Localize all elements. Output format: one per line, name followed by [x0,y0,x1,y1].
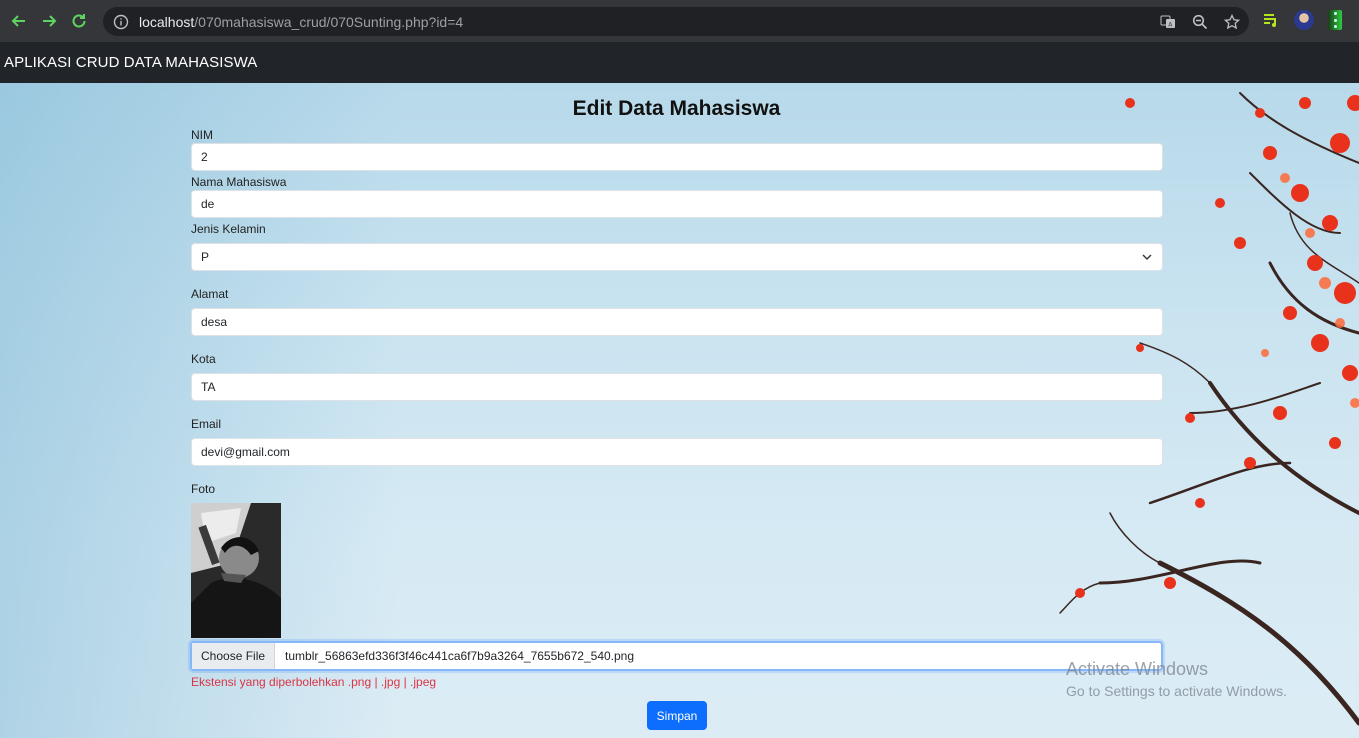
address-bar[interactable]: localhost/070mahasiswa_crud/070Sunting.p… [103,7,1249,36]
zoom-button[interactable] [1189,11,1211,33]
bookmark-button[interactable] [1221,11,1243,33]
file-name: tumblr_56863efd336f3f46c441ca6f7b9a3264_… [285,649,635,663]
arrow-left-icon [11,15,25,27]
page-content: Edit Data Mahasiswa NIM 2 Nama Mahasiswa… [0,83,1359,738]
translate-button[interactable]: A [1157,11,1179,33]
nama-label: Nama Mahasiswa [191,175,287,189]
alamat-label: Alamat [191,287,229,301]
url-text[interactable]: localhost/070mahasiswa_crud/070Sunting.p… [139,14,463,30]
kota-input[interactable]: TA [191,373,1163,401]
jenis-kelamin-select[interactable]: P [191,243,1163,271]
file-extension-hint: Ekstensi yang diperbolehkan .png | .jpg … [191,675,437,689]
back-button[interactable] [6,8,32,34]
simpan-button[interactable]: Simpan [647,701,707,730]
arrow-right-icon [43,15,57,27]
kota-value: TA [201,380,216,394]
activate-windows-watermark: Activate Windows Go to Settings to activ… [1066,659,1287,699]
url-host: localhost [139,13,195,30]
nama-value: de [201,197,215,211]
email-value: devi@gmail.com [201,445,290,459]
nim-label: NIM [191,128,213,142]
choose-file-button[interactable]: Choose File [192,643,276,669]
browser-toolbar: localhost/070mahasiswa_crud/070Sunting.p… [0,0,1359,42]
navbar-brand[interactable]: APLIKASI CRUD DATA MAHASISWA [4,54,257,71]
foto-label: Foto [191,482,216,496]
info-icon[interactable] [113,14,129,30]
nama-input[interactable]: de [191,190,1163,218]
kota-label: Kota [191,352,216,366]
forward-button[interactable] [36,8,62,34]
translate-icon: A [1160,15,1175,29]
file-input[interactable]: Choose File tumblr_56863efd336f3f46c441c… [190,641,1163,671]
watermark-line2: Go to Settings to activate Windows. [1066,683,1287,699]
chevron-down-icon [1142,254,1152,261]
profile-avatar[interactable] [1294,10,1314,30]
reload-icon [72,14,86,28]
student-photo [191,503,281,638]
zoom-icon [1192,14,1208,30]
reload-button[interactable] [66,8,92,34]
app-navbar: APLIKASI CRUD DATA MAHASISWA [0,42,1359,83]
watermark-line1: Activate Windows [1066,659,1209,679]
background-tree-image [1059,92,1359,726]
url-path: /070mahasiswa_crud/070Sunting.php?id=4 [194,13,464,30]
nim-value: 2 [201,150,208,164]
alamat-input[interactable]: desa [191,308,1163,336]
jenis-kelamin-value: P [201,250,210,264]
menu-dots-icon[interactable] [1328,10,1342,30]
playlist-icon[interactable] [1262,11,1280,29]
alamat-value: desa [201,315,228,329]
jenis-kelamin-label: Jenis Kelamin [191,222,266,236]
nim-input[interactable]: 2 [191,143,1163,171]
page-title: Edit Data Mahasiswa [572,97,781,120]
email-input[interactable]: devi@gmail.com [191,438,1163,466]
star-icon [1224,14,1240,30]
email-label: Email [191,417,222,431]
